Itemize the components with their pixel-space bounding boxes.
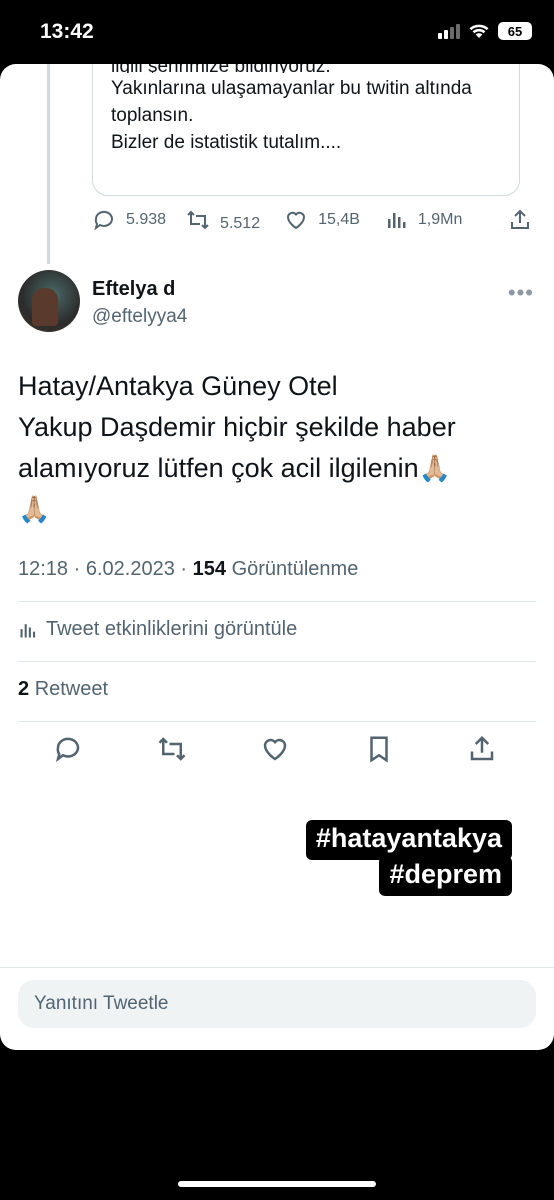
reply-placeholder: Yanıtını Tweetle [34,993,169,1014]
divider [18,721,536,722]
praying-hands-emoji-2: 🙏🏼 [18,494,51,524]
divider [0,967,554,968]
hashtag-sticker: #hatayantakya [305,820,512,860]
hashtag-stickers: #hatayantakya #deprem [305,820,512,896]
bookmark-icon[interactable] [364,734,394,764]
battery-indicator: 65 [498,22,532,40]
retweet-icon[interactable] [157,734,187,764]
author-name[interactable]: Eftelya d [92,278,175,301]
analytics-icon [387,213,406,228]
cellular-signal-icon [438,23,460,39]
status-bar: 13:42 65 [0,0,554,64]
divider [18,661,536,662]
author-handle[interactable]: @eftelyya4 [92,306,187,328]
retweet-stat-count: 2 [18,678,30,700]
tweet-line-2: Yakup Daşdemir hiçbir şekilde haber [18,412,456,442]
praying-hands-emoji: 🙏🏼 [418,453,452,483]
share-action[interactable] [508,208,532,232]
share-icon[interactable] [467,734,497,764]
views-count: 1,9Mn [417,211,463,228]
like-count: 15,4B [318,211,360,228]
tweet-activity-link[interactable]: Tweet etkinliklerini görüntüle [18,618,297,641]
author-avatar[interactable] [18,270,80,332]
quoted-tweet-text: ilgili şehrimize bildiriyoruz. Yakınları… [111,64,501,156]
quoted-line-3: Bizler de istatistik tutalım.... [111,132,342,153]
reply-icon [94,210,113,231]
quoted-actions-row: 5.938 5.512 15,4B 1,9Mn [92,208,532,232]
tweet-date: 6.02.2023 [85,558,175,580]
wifi-icon [469,24,489,38]
thread-line [47,64,50,264]
tweet-detail-card: ilgili şehrimize bildiriyoruz. Yakınları… [0,64,554,1050]
reply-icon[interactable] [53,734,83,764]
hashtag-sticker: #deprem [379,856,512,896]
retweet-stat-label: Retweet [34,678,109,700]
tweet-line-3: alamıyoruz lütfen çok acil ilgilenin [18,453,419,483]
reply-input[interactable]: Yanıtını Tweetle [18,980,536,1028]
quoted-line-2: toplansın. [111,105,194,126]
status-time: 13:42 [40,20,94,43]
retweet-icon [187,210,209,230]
tweet-meta: 12:18 · 6.02.2023 · 154 Görüntülenme [18,558,358,581]
views-action[interactable]: 1,9Mn [384,208,462,232]
like-icon [287,211,306,230]
quoted-line-1: Yakınlarına ulaşamayanlar bu twitin altı… [111,78,472,99]
retweet-count: 5.512 [220,215,261,232]
retweet-stats[interactable]: 2 Retweet [18,678,108,701]
tweet-text: Hatay/Antakya Güney Otel Yakup Daşdemir … [18,366,538,530]
like-icon[interactable] [260,734,290,764]
divider [18,601,536,602]
retweet-action[interactable]: 5.512 [186,208,260,232]
meta-separator-2: · [180,558,188,580]
activity-label: Tweet etkinliklerini görüntüle [46,618,298,640]
reply-count: 5.938 [126,211,167,228]
more-options-icon[interactable]: ••• [508,280,534,306]
meta-separator: · [73,558,81,580]
tweet-time: 12:18 [18,558,69,580]
home-indicator[interactable] [178,1181,376,1187]
views-number: 154 [192,558,227,580]
share-icon [511,209,529,229]
like-action[interactable]: 15,4B [284,208,360,232]
reply-action[interactable]: 5.938 [92,208,166,232]
tweet-line-1: Hatay/Antakya Güney Otel [18,371,338,401]
analytics-icon [20,623,36,637]
views-label: Görüntülenme [231,558,359,580]
quoted-tweet[interactable]: ilgili şehrimize bildiriyoruz. Yakınları… [92,64,520,196]
tweet-actions-bar [0,734,554,774]
status-icons: 65 [438,22,532,40]
